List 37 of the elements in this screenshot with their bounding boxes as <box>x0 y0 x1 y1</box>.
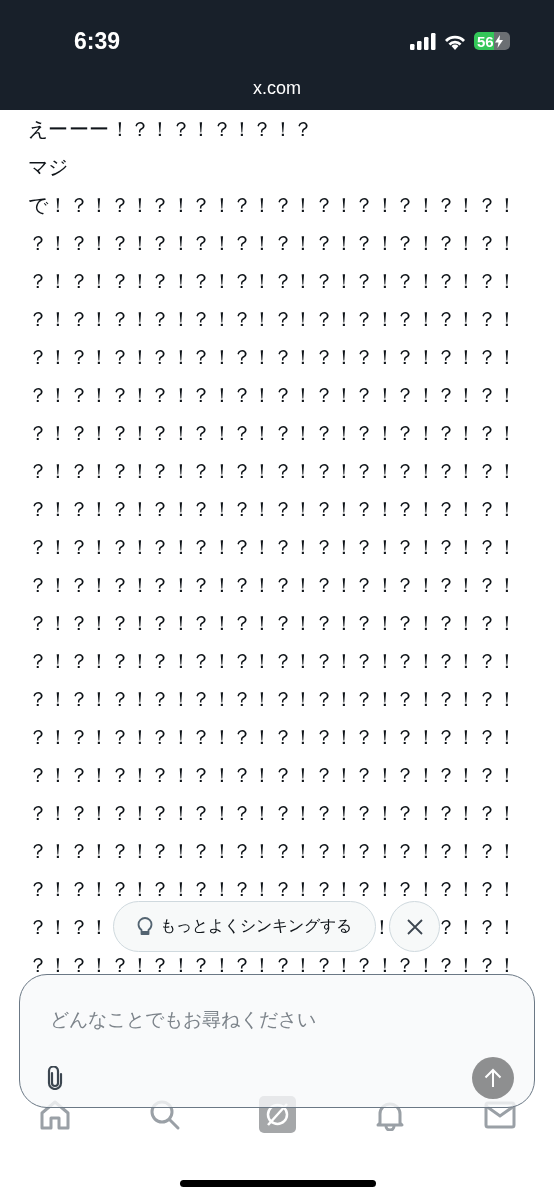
close-button[interactable] <box>389 901 440 952</box>
post-text: ？！？！？！？！？！？！？！？！？！？！？！？！ <box>28 458 518 485</box>
signal-icon <box>410 32 436 50</box>
paperclip-icon[interactable] <box>47 1066 63 1090</box>
post-text: ？！？！ <box>28 914 110 941</box>
post-text: ？！？！？！？！？！？！？！？！？！？！？！？！ <box>28 686 518 713</box>
post-text: ？！？！？！？！？！？！？！？！？！？！？！？！ <box>28 306 518 333</box>
post-text: ？！？！？！？！？！？！？！？！？！？！？！？！ <box>28 838 518 865</box>
status-time: 6:39 <box>74 27 121 55</box>
post-text: ？！？！？！？！？！？！？！？！？！？！？！？！ <box>28 610 518 637</box>
battery-indicator: 56 <box>474 32 510 50</box>
post-text: ？！？！ <box>436 914 518 941</box>
lightbulb-icon <box>137 916 153 937</box>
post-text: ？！？！？！？！？！？！？！？！？！？！？！？！ <box>28 230 518 257</box>
post-text: ？！？！？！？！？！？！？！？！？！？！？！？！ <box>28 268 518 295</box>
post-text: ？！？！？！？！？！？！？！？！？！？！？！？！ <box>28 952 518 979</box>
post-text: ？！？！？！？！？！？！？！？！？！？！？！？！ <box>28 344 518 371</box>
post-text: ？！？！？！？！？！？！？！？！？！？！？！？！ <box>28 762 518 789</box>
charging-bolt-icon <box>494 34 503 48</box>
prompt-input-field[interactable]: どんなことでもお尋ねください <box>50 1003 490 1035</box>
post-text: ？！？！？！？！？！？！？！？！？！？！？！？！ <box>28 496 518 523</box>
post-text: ？！？！？！？！？！？！？！？！？！？！？！？！ <box>28 572 518 599</box>
send-button[interactable] <box>472 1057 514 1099</box>
arrow-up-icon <box>484 1068 502 1088</box>
close-icon <box>406 918 423 935</box>
post-text: ？！？！？！？！？！？！？！？！？！？！？！？！ <box>28 648 518 675</box>
post-text: えーーー！？！？！？！？！？ <box>28 116 314 143</box>
post-text: ？！？！？！？！？！？！？！？！？！？！？！？！ <box>28 382 518 409</box>
post-text: ？！？！？！？！？！？！？！？！？！？！？！？！ <box>28 876 518 903</box>
post-text: ？！？！？！？！？！？！？！？！？！？！？！？！ <box>28 534 518 561</box>
post-text: で！？！？！？！？！？！？！？！？！？！？！？！ <box>28 192 518 219</box>
post-text: ？！？！？！？！？！？！？！？！？！？！？！？！ <box>28 800 518 827</box>
address-url[interactable]: x.com <box>247 56 307 99</box>
think-more-button[interactable]: もっとよくシンキングする <box>113 901 376 952</box>
post-text: ？！？！？！？！？！？！？！？！？！？！？！？！ <box>28 420 518 447</box>
post-text: ？！？！？！？！？！？！？！？！？！？！？！？！ <box>28 724 518 751</box>
post-text: マジ <box>28 154 69 181</box>
